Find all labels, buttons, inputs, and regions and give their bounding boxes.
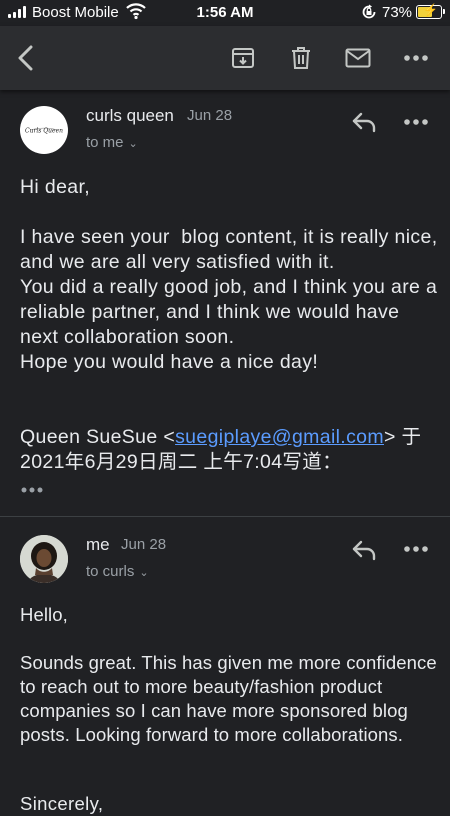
avatar	[20, 535, 68, 583]
sender-name: me	[86, 535, 110, 554]
more-vert-icon[interactable]	[403, 545, 429, 553]
message-date: Jun 28	[121, 536, 167, 553]
message-signoff: Sincerely,	[20, 793, 104, 814]
reply-icon[interactable]	[350, 538, 378, 562]
recipient-label: to curls	[86, 563, 135, 580]
message-body: Hello, Sounds great. This has given me m…	[20, 604, 437, 745]
message-header[interactable]: me Jun 28 to curls ⌄ Hello, Sounds great.…	[0, 0, 450, 814]
chevron-down-icon: ⌄	[139, 567, 149, 579]
recipient-toggle[interactable]: to curls ⌄	[86, 563, 149, 580]
